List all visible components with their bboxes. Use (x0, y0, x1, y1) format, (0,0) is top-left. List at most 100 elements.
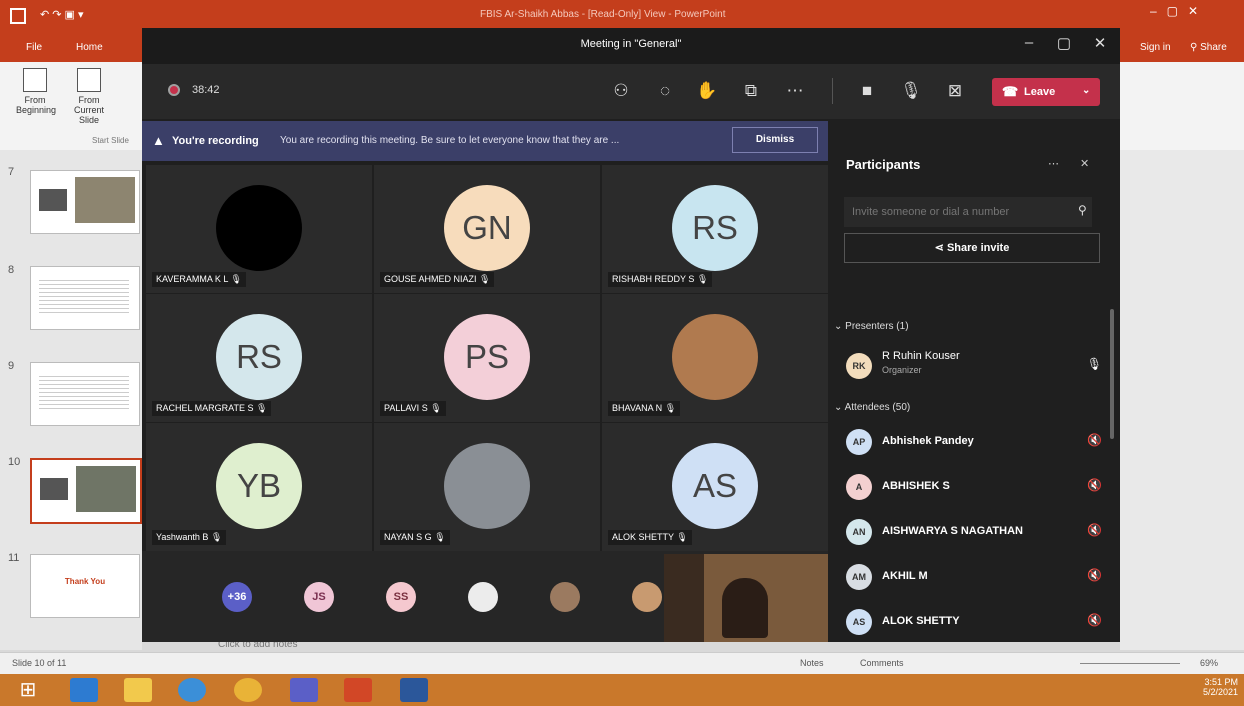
slide-number: 11 (8, 552, 20, 564)
search-icon[interactable]: ⚲ (1078, 203, 1087, 217)
avatar: RK (846, 353, 872, 379)
participant-name-label: GOUSE AHMED NIAZI 🎙 (380, 272, 495, 287)
word-icon[interactable] (400, 678, 428, 702)
slide-thumbnail[interactable]: Thank You (30, 554, 140, 618)
meeting-title: Meeting in "General" (580, 38, 682, 50)
participants-panel: Participants ⋯ ✕ ⚲ ⋖ Share invite ⌄ Pres… (834, 119, 1120, 642)
participant-video-tile[interactable]: BHAVANA N 🎙 (602, 294, 828, 422)
attendee-row[interactable]: AP Abhishek Pandey 🔇 (846, 423, 1108, 463)
from-beginning-button[interactable]: From Beginning (16, 68, 56, 128)
phone-icon: ☎ (1002, 84, 1019, 99)
chevron-down-icon[interactable]: ⌄ (1082, 85, 1090, 96)
avatar[interactable]: JS (304, 582, 334, 612)
participant-video-tile[interactable]: RS RACHEL MARGRATE S 🎙 (146, 294, 372, 422)
windows-start-icon[interactable]: ⊞ (14, 678, 42, 702)
collapse-chevron-icon: ⌄ (834, 321, 846, 332)
participant-video-tile[interactable]: RS RISHABH REDDY S 🎙 (602, 165, 828, 293)
avatar: YB (216, 443, 302, 529)
microphone-icon[interactable]: 🎙 (898, 78, 924, 104)
avatar[interactable] (550, 582, 580, 612)
avatar[interactable] (468, 582, 498, 612)
avatar: RS (672, 185, 758, 271)
slide-thumbnail-selected[interactable] (30, 458, 142, 524)
avatar: PS (444, 314, 530, 400)
file-explorer-icon[interactable] (124, 678, 152, 702)
participants-icon[interactable]: ⚇ (608, 78, 634, 104)
mic-muted-icon[interactable]: 🔇 (1087, 478, 1102, 492)
recording-banner: ▲ You're recording You are recording thi… (142, 121, 828, 161)
avatar[interactable]: SS (386, 582, 416, 612)
dismiss-button[interactable]: Dismiss (732, 127, 818, 153)
mic-muted-icon[interactable]: 🔇 (1087, 568, 1102, 582)
presenters-section[interactable]: ⌄ Presenters (1) (834, 321, 909, 332)
participant-video-tile[interactable]: KAVERAMMA K L 🎙 (146, 165, 372, 293)
attendee-row[interactable]: AN AISHWARYA S NAGATHAN 🔇 (846, 513, 1108, 553)
participant-video-tile[interactable]: AS ALOK SHETTY 🎙 (602, 423, 828, 551)
overflow-participants-strip: +36 JS SS (142, 551, 828, 642)
participant-video-tile[interactable]: PS PALLAVI S 🎙 (374, 294, 600, 422)
sign-in-link[interactable]: Sign in (1140, 42, 1171, 53)
presenter-row[interactable]: RK R Ruhin Kouser Organizer 🎙 (846, 347, 1108, 387)
more-actions-icon[interactable]: ⋯ (782, 78, 808, 104)
meeting-toolbar: 38:42 ⚇ ◌ ✋ ⧉ ⋯ ■ 🎙 ⊠ ☎ Leave ⌄ (142, 64, 1120, 119)
mic-muted-icon[interactable]: 🔇 (1087, 613, 1102, 627)
chrome-icon[interactable] (234, 678, 262, 702)
more-participants-badge[interactable]: +36 (222, 582, 252, 612)
participant-video-tile[interactable]: GN GOUSE AHMED NIAZI 🎙 (374, 165, 600, 293)
camera-icon[interactable]: ■ (854, 78, 880, 104)
save-icon[interactable] (10, 8, 26, 24)
attendee-row[interactable]: AS ALOK SHETTY 🔇 (846, 603, 1108, 643)
attendee-row[interactable]: A ABHISHEK S 🔇 (846, 468, 1108, 508)
notes-button[interactable]: Notes (800, 658, 824, 668)
slide-thumbnails-pane: 7 8 9 10 11 Thank You (0, 150, 142, 650)
teams-icon[interactable] (290, 678, 318, 702)
mic-muted-icon[interactable]: 🔇 (1087, 433, 1102, 447)
mic-icon: 🎙 (431, 532, 446, 542)
participant-name: RACHEL MARGRATE S (156, 403, 254, 413)
zoom-slider[interactable] (1080, 663, 1180, 664)
ie-icon[interactable] (70, 678, 98, 702)
media-player-icon[interactable] (178, 678, 206, 702)
leave-button[interactable]: ☎ Leave ⌄ (992, 78, 1100, 106)
share-screen-icon[interactable]: ⊠ (942, 78, 968, 104)
rooms-icon[interactable]: ⧉ (738, 78, 764, 104)
powerpoint-icon[interactable] (344, 678, 372, 702)
panel-close-icon[interactable]: ✕ (1080, 157, 1089, 170)
participant-name-label: PALLAVI S 🎙 (380, 401, 446, 416)
panel-scrollbar[interactable] (1110, 309, 1114, 439)
zoom-level[interactable]: 69% (1200, 658, 1218, 668)
close-icon[interactable]: ✕ (1088, 34, 1112, 52)
ribbon-group-label: Start Slide (92, 136, 129, 145)
quick-access-icons[interactable]: ↶ ↷ ▣ ▾ (40, 8, 84, 21)
attendees-section[interactable]: ⌄ Attendees (50) (834, 402, 910, 413)
slide-thumbnail[interactable] (30, 266, 140, 330)
panel-more-icon[interactable]: ⋯ (1048, 157, 1059, 170)
reactions-icon[interactable]: ✋ (694, 78, 720, 104)
share-link[interactable]: ⚲ Share (1190, 42, 1227, 53)
slide-thumbnail[interactable] (30, 170, 140, 234)
ppt-window-title: FBIS Ar-Shaikh Abbas - [Read-Only] View … (480, 9, 726, 20)
self-video-preview[interactable] (664, 554, 828, 642)
share-invite-button[interactable]: ⋖ Share invite (844, 233, 1100, 263)
ppt-status-bar: Slide 10 of 11 Click to add notes Notes … (0, 639, 1244, 675)
invite-input[interactable] (844, 197, 1092, 227)
attendee-name: ABHISHEK S (882, 480, 950, 492)
slide-thumbnail[interactable] (30, 362, 140, 426)
ppt-window-controls[interactable]: – ▢ ✕ (1150, 4, 1198, 18)
avatar: A (846, 474, 872, 500)
from-current-slide-button[interactable]: From Current Slide (70, 68, 108, 128)
avatar[interactable] (632, 582, 662, 612)
system-clock[interactable]: 3:51 PM 5/2/2021 (1190, 677, 1238, 697)
tab-file[interactable]: File (26, 42, 42, 53)
participant-video-tile[interactable]: YB Yashwanth B 🎙 (146, 423, 372, 551)
avatar: AM (846, 564, 872, 590)
participant-video-tile[interactable]: NAYAN S G 🎙 (374, 423, 600, 551)
mic-on-icon[interactable]: 🎙 (1087, 357, 1102, 371)
comments-button[interactable]: Comments (860, 658, 904, 668)
maximize-icon[interactable]: ▢ (1052, 34, 1076, 52)
tab-home[interactable]: Home (76, 42, 103, 53)
chat-icon[interactable]: ◌ (652, 78, 678, 104)
mic-muted-icon[interactable]: 🔇 (1087, 523, 1102, 537)
attendee-row[interactable]: AM AKHIL M 🔇 (846, 558, 1108, 598)
minimize-icon[interactable]: – (1017, 34, 1041, 51)
